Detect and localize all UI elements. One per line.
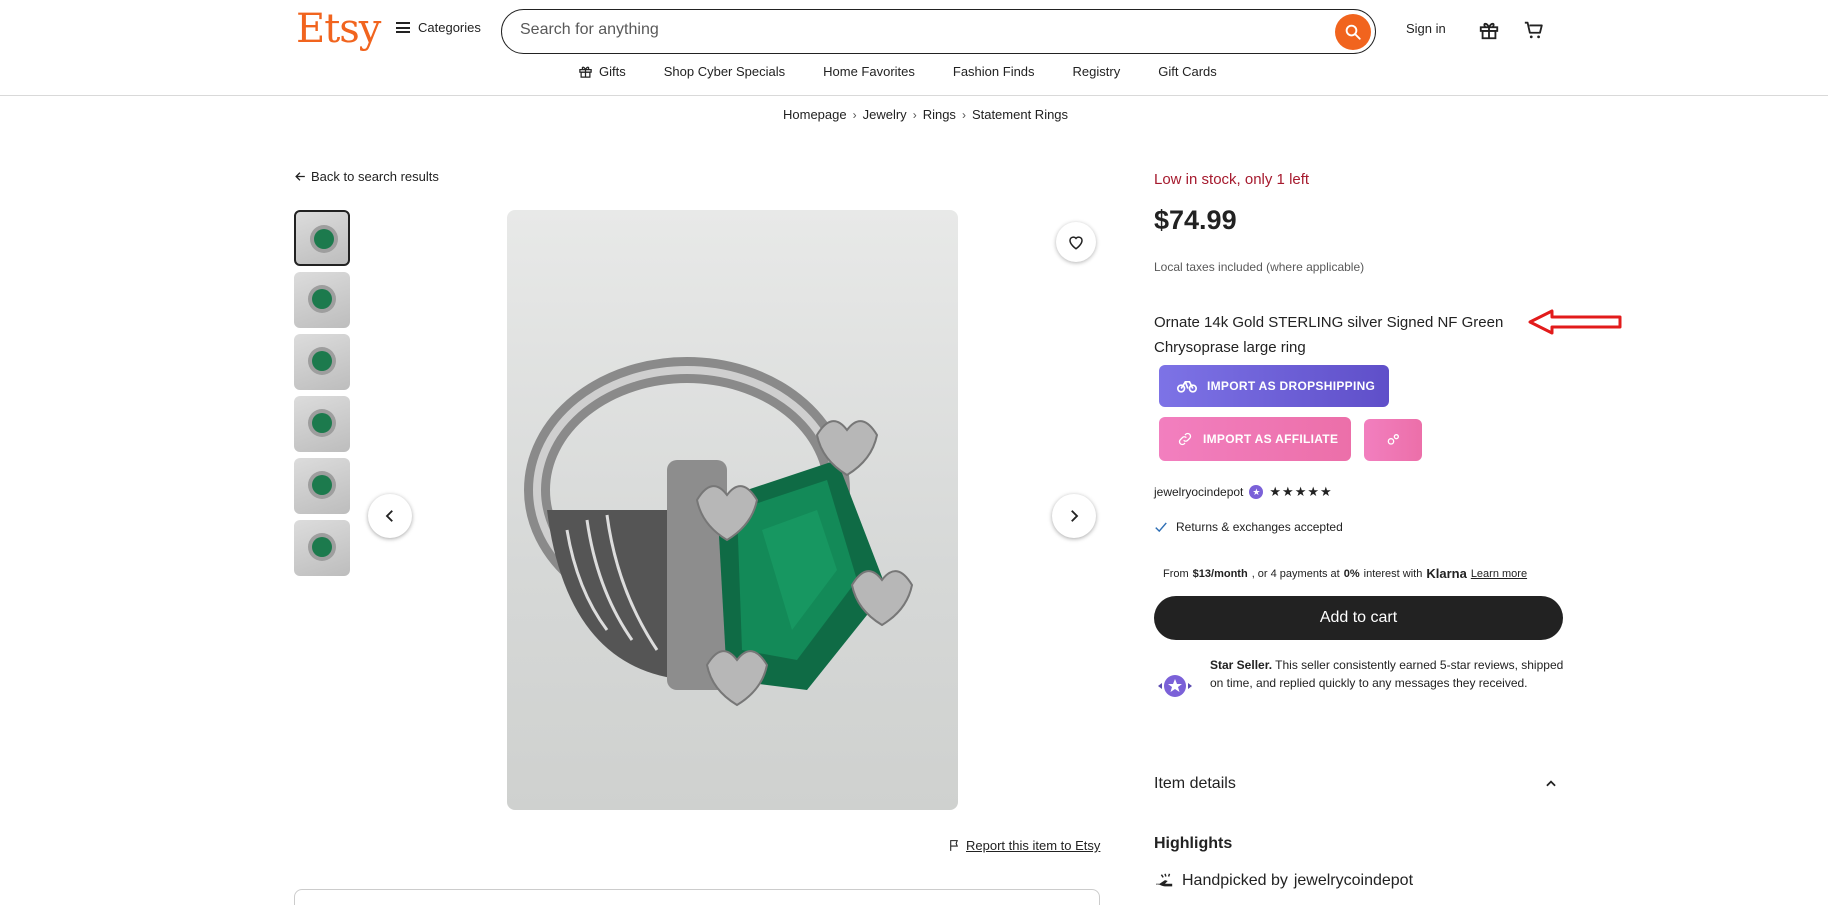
heart-icon bbox=[1069, 236, 1083, 250]
breadcrumb-jewelry[interactable]: Jewelry bbox=[863, 107, 907, 122]
klarna-rate: 0% bbox=[1343, 567, 1360, 580]
gears-icon bbox=[1387, 434, 1399, 445]
hand-icon bbox=[1156, 873, 1173, 887]
red-arrow-annotation bbox=[1528, 309, 1622, 335]
chevron-right-icon bbox=[1071, 510, 1079, 522]
returns-label: Returns & exchanges accepted bbox=[1176, 520, 1343, 534]
report-item-link[interactable]: Report this item to Etsy bbox=[948, 838, 1100, 853]
nav-gifts[interactable]: Gifts bbox=[578, 64, 626, 79]
nav-registry[interactable]: Registry bbox=[1073, 64, 1121, 79]
cart-icon[interactable] bbox=[1523, 19, 1545, 46]
klarna-prefix: From bbox=[1163, 567, 1189, 580]
thumbnail[interactable] bbox=[294, 210, 350, 266]
klarna-middle: , or 4 payments at bbox=[1251, 567, 1340, 580]
checkmark-icon bbox=[1155, 522, 1167, 533]
nav-home-favorites[interactable]: Home Favorites bbox=[823, 64, 915, 79]
settings-button[interactable] bbox=[1364, 419, 1422, 461]
product-image[interactable] bbox=[507, 210, 958, 810]
klarna-amount: $13/month bbox=[1192, 567, 1248, 580]
flag-icon bbox=[950, 840, 959, 851]
search-button[interactable] bbox=[1335, 14, 1371, 50]
arrow-left-icon bbox=[295, 172, 305, 181]
chevron-right-icon: › bbox=[852, 107, 857, 122]
back-label: Back to search results bbox=[311, 169, 439, 184]
listing-title: Ornate 14k Gold STERLING silver Signed N… bbox=[1154, 314, 1504, 356]
handpicked-prefix: Handpicked by bbox=[1182, 872, 1288, 889]
import-dropshipping-button[interactable]: IMPORT AS DROPSHIPPING bbox=[1159, 365, 1389, 407]
breadcrumb-homepage[interactable]: Homepage bbox=[783, 107, 847, 122]
nav-gift-cards[interactable]: Gift Cards bbox=[1158, 64, 1217, 79]
returns-info: Returns & exchanges accepted bbox=[1154, 520, 1343, 534]
ring-illustration bbox=[524, 357, 914, 707]
nav-label: Gifts bbox=[599, 64, 626, 79]
search-input[interactable] bbox=[520, 21, 1300, 39]
chevron-right-icon: › bbox=[961, 107, 966, 122]
item-details-toggle[interactable]: Item details bbox=[1154, 775, 1558, 793]
highlights-heading: Highlights bbox=[1154, 835, 1233, 852]
link-icon bbox=[1178, 432, 1192, 446]
star-seller-badge-icon: ★ bbox=[1249, 485, 1264, 499]
star-seller-icon bbox=[1154, 666, 1196, 706]
report-label: Report this item to Etsy bbox=[966, 838, 1101, 853]
star-seller-info: Star Seller. This seller consistently ea… bbox=[1154, 656, 1564, 706]
tax-note: Local taxes included (where applicable) bbox=[1154, 260, 1365, 274]
bicycle-icon bbox=[1177, 381, 1197, 393]
stock-status: Low in stock, only 1 left bbox=[1154, 171, 1310, 188]
site-header: Etsy Categories Sign in Gifts Shop Cyber… bbox=[0, 0, 1828, 96]
thumbnail[interactable] bbox=[294, 334, 350, 390]
main-nav: Gifts Shop Cyber Specials Home Favorites… bbox=[578, 64, 1217, 79]
reviews-panel bbox=[294, 889, 1100, 905]
item-details-label: Item details bbox=[1154, 775, 1236, 792]
breadcrumb-statement-rings[interactable]: Statement Rings bbox=[972, 107, 1068, 122]
seller-info: jewelryocindepot ★ ★★★★★ bbox=[1154, 484, 1333, 500]
rating-stars[interactable]: ★★★★★ bbox=[1269, 484, 1332, 500]
thumbnail[interactable] bbox=[294, 458, 350, 514]
thumbnail[interactable] bbox=[294, 520, 350, 576]
import-affiliate-button[interactable]: IMPORT AS AFFILIATE bbox=[1159, 417, 1351, 461]
klarna-learn-more-link[interactable]: Learn more bbox=[1471, 568, 1527, 580]
next-image-button[interactable] bbox=[1052, 494, 1096, 538]
back-to-results-link[interactable]: Back to search results bbox=[294, 169, 439, 184]
klarna-suffix: interest with bbox=[1363, 567, 1423, 580]
hamburger-icon bbox=[396, 22, 410, 33]
nav-fashion-finds[interactable]: Fashion Finds bbox=[953, 64, 1035, 79]
gift-icon[interactable] bbox=[1478, 19, 1500, 46]
thumbnail[interactable] bbox=[294, 396, 350, 452]
star-seller-text: Star Seller. This seller consistently ea… bbox=[1210, 656, 1564, 706]
chevron-left-icon bbox=[385, 510, 393, 522]
search-icon bbox=[1345, 24, 1361, 40]
chevron-up-icon bbox=[1546, 780, 1556, 787]
chevron-right-icon: › bbox=[912, 107, 917, 122]
favorite-button[interactable] bbox=[1056, 222, 1096, 262]
klarna-logo: Klarna bbox=[1426, 566, 1467, 581]
breadcrumb-rings[interactable]: Rings bbox=[923, 107, 956, 122]
import-affiliate-label: IMPORT AS AFFILIATE bbox=[1203, 432, 1339, 446]
categories-label: Categories bbox=[418, 20, 481, 35]
klarna-financing: From $13/month , or 4 payments at 0% int… bbox=[1163, 566, 1527, 581]
add-to-cart-button[interactable]: Add to cart bbox=[1154, 596, 1563, 640]
seller-name-link[interactable]: jewelryocindepot bbox=[1154, 485, 1243, 499]
handpicked-seller-link[interactable]: jewelrycoindepot bbox=[1294, 872, 1413, 890]
thumbnail[interactable] bbox=[294, 272, 350, 328]
categories-menu[interactable]: Categories bbox=[396, 20, 481, 35]
search-bar bbox=[501, 9, 1376, 54]
import-dropshipping-label: IMPORT AS DROPSHIPPING bbox=[1207, 379, 1376, 393]
breadcrumb: Homepage › Jewelry › Rings › Statement R… bbox=[783, 107, 1068, 122]
gift-icon bbox=[579, 66, 592, 78]
handpicked-info: Handpicked by jewelrycoindepot bbox=[1154, 872, 1413, 890]
price: $74.99 bbox=[1154, 205, 1237, 235]
etsy-logo[interactable]: Etsy bbox=[296, 6, 381, 52]
thumbnail-list bbox=[294, 210, 350, 576]
star-seller-title: Star Seller. bbox=[1210, 658, 1273, 672]
sign-in-link[interactable]: Sign in bbox=[1406, 21, 1446, 36]
nav-shop-cyber-specials[interactable]: Shop Cyber Specials bbox=[664, 64, 785, 79]
previous-image-button[interactable] bbox=[368, 494, 412, 538]
